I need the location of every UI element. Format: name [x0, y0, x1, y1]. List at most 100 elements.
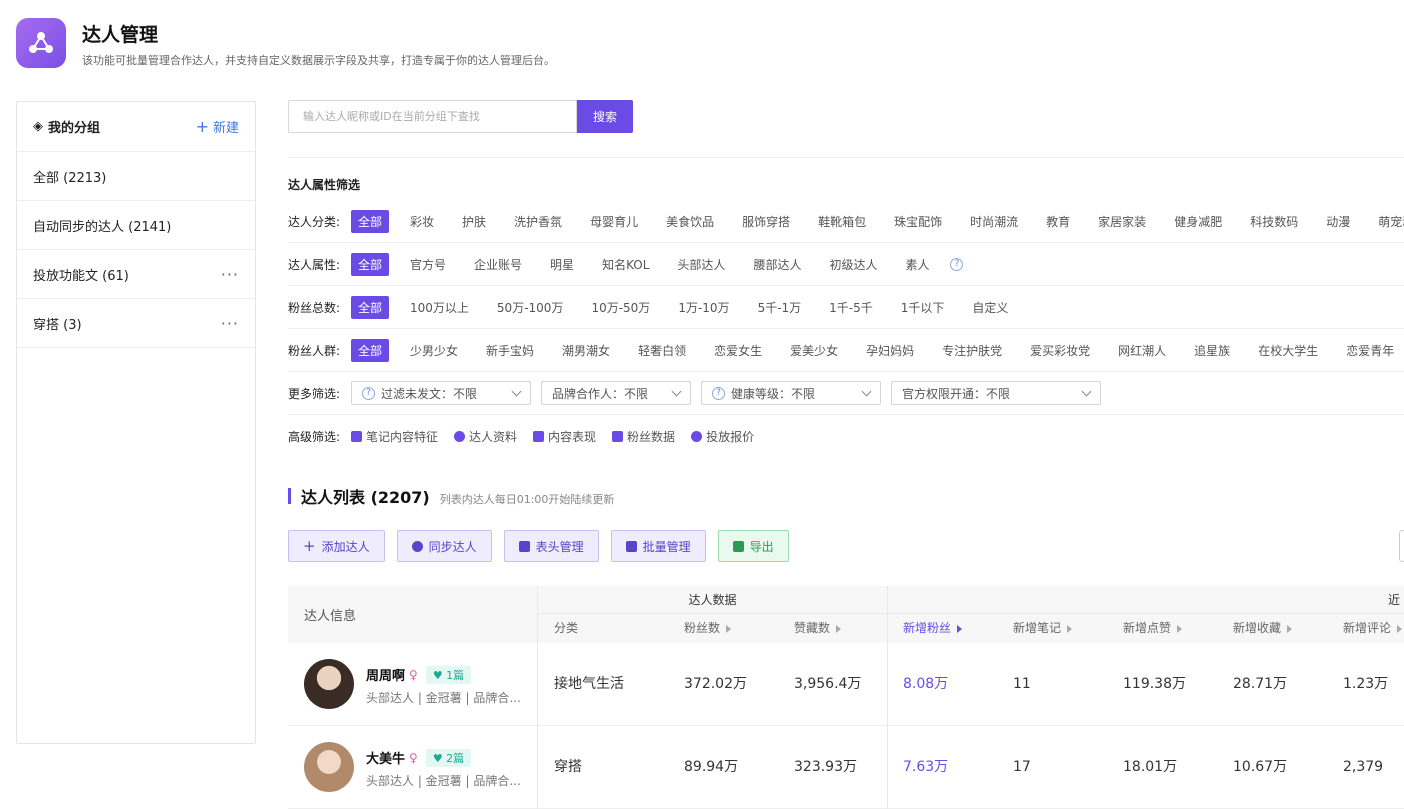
filter-option[interactable]: 1千以下 — [894, 296, 952, 319]
filter-option[interactable]: 服饰穿搭 — [735, 210, 797, 233]
filter-option[interactable]: 1万-10万 — [671, 296, 736, 319]
creator-name[interactable]: 周周啊 ♀ ♥ 1篇 — [366, 665, 472, 684]
filter-option[interactable]: 恋爱女生 — [707, 339, 769, 362]
new-group-button[interactable]: + 新建 — [196, 117, 239, 136]
filter-option[interactable]: 网红潮人 — [1111, 339, 1173, 362]
filter-option[interactable]: 母婴育儿 — [583, 210, 645, 233]
filter-option[interactable]: 轻奢白领 — [631, 339, 693, 362]
table-row[interactable]: 周周啊 ♀ ♥ 1篇 头部达人 | 金冠薯 | 品牌合... 接地气生活 372.0… — [288, 643, 1404, 726]
filter-option[interactable]: 少男少女 — [403, 339, 465, 362]
filter-option[interactable]: 动漫 — [1319, 210, 1357, 233]
filter-option[interactable]: 爱美少女 — [783, 339, 845, 362]
col-new-favs[interactable]: 新增收藏 — [1233, 614, 1293, 643]
filter-option[interactable]: 爱买彩妆党 — [1023, 339, 1097, 362]
filter-option[interactable]: 10万-50万 — [584, 296, 657, 319]
filter-option[interactable]: 5千-1万 — [751, 296, 809, 319]
health-level-select[interactable]: ? 健康等级：不限 — [701, 381, 881, 405]
filter-title: 达人属性筛选 — [288, 178, 361, 192]
header-management-button[interactable]: 表头管理 — [503, 530, 599, 562]
filter-option[interactable]: 官方号 — [403, 253, 453, 276]
help-icon[interactable]: ? — [950, 257, 964, 271]
filter-option[interactable]: 100万以上 — [403, 296, 476, 319]
list-header: 达人列表 (2207) 列表内达人每日01:00开始陆续更新 — [288, 484, 614, 508]
official-permission-select[interactable]: 官方权限开通：不限 — [891, 381, 1101, 405]
filter-option[interactable]: 全部 — [351, 209, 390, 233]
avatar[interactable] — [304, 659, 354, 709]
filter-option[interactable]: 护肤 — [455, 210, 493, 233]
more-icon[interactable]: ··· — [221, 314, 239, 333]
note-content-filter[interactable]: 笔记内容特征 — [351, 428, 438, 445]
title-accent-bar — [288, 488, 291, 504]
hierarchy-icon — [625, 540, 637, 552]
sync-creator-button[interactable]: 同步达人 — [396, 530, 492, 562]
table-row[interactable]: 大美牛 ♀ ♥ 2篇 头部达人 | 金冠薯 | 品牌合... 穿搭 89.94万 3… — [288, 726, 1404, 809]
filter-option[interactable]: 教育 — [1039, 210, 1077, 233]
filter-option[interactable]: 自定义 — [965, 296, 1015, 319]
filter-option[interactable]: 新手宝妈 — [479, 339, 541, 362]
filter-option[interactable]: 1千-5千 — [822, 296, 880, 319]
col-fans[interactable]: 粉丝数 — [684, 614, 732, 643]
export-button[interactable]: 导出 — [717, 530, 789, 562]
filter-option[interactable]: 知名KOL — [595, 253, 656, 276]
filter-option[interactable]: 全部 — [351, 295, 390, 319]
filter-option[interactable]: 专注护肤党 — [935, 339, 1009, 362]
filter-option[interactable]: 明星 — [543, 253, 581, 276]
filter-option[interactable]: 孕妇妈妈 — [859, 339, 921, 362]
fan-data-filter[interactable]: 粉丝数据 — [612, 428, 675, 445]
filter-label: 高级筛选: — [288, 430, 341, 444]
col-new-likes[interactable]: 新增点赞 — [1123, 614, 1183, 643]
creator-name[interactable]: 大美牛 ♀ ♥ 2篇 — [366, 748, 472, 767]
filter-option[interactable]: 初级达人 — [822, 253, 884, 276]
search-button[interactable]: 搜索 — [577, 100, 633, 133]
filter-option[interactable]: 鞋靴箱包 — [811, 210, 873, 233]
filter-option[interactable]: 恋爱青年 — [1339, 339, 1401, 362]
more-icon[interactable]: ··· — [221, 265, 239, 284]
sidebar-item-all[interactable]: 全部 (2213) — [17, 152, 255, 201]
sidebar-item-auto-sync[interactable]: 自动同步的达人 (2141) — [17, 201, 255, 250]
filter-option[interactable]: 科技数码 — [1243, 210, 1305, 233]
profile-filter[interactable]: 达人资料 — [454, 428, 517, 445]
filter-option[interactable]: 全部 — [351, 338, 390, 362]
sidebar-item-placement[interactable]: 投放功能文 (61) ··· — [17, 250, 255, 299]
filter-option[interactable]: 健身减肥 — [1167, 210, 1229, 233]
sidebar-item-outfit[interactable]: 穿搭 (3) ··· — [17, 299, 255, 348]
page-header: 达人管理 该功能可批量管理合作达人，并支持自定义数据展示字段及共享，打造专属于你… — [16, 18, 716, 70]
filter-option[interactable]: 家居家装 — [1091, 210, 1153, 233]
filter-option[interactable]: 在校大学生 — [1251, 339, 1325, 362]
user-icon — [454, 431, 466, 442]
filter-option[interactable]: 洗护香氛 — [507, 210, 569, 233]
filter-option[interactable]: 时尚潮流 — [963, 210, 1025, 233]
sidebar-title: ◈ 我的分组 — [33, 119, 101, 136]
avatar[interactable] — [304, 742, 354, 792]
search-input[interactable] — [288, 100, 577, 133]
filter-option[interactable]: 萌宠动物 — [1371, 210, 1404, 233]
filter-option[interactable]: 追星族 — [1187, 339, 1237, 362]
brand-partner-select[interactable]: 品牌合作人：不限 — [541, 381, 691, 405]
filter-row-attribute: 达人属性: 全部 官方号 企业账号 明星 知名KOL 头部达人 腰部达人 初级达人 素人? — [288, 243, 1404, 286]
filter-option[interactable]: 彩妆 — [403, 210, 441, 233]
filter-option[interactable]: 素人 — [898, 253, 936, 276]
filter-option[interactable]: 企业账号 — [467, 253, 529, 276]
note-count-badge: ♥ 2篇 — [425, 748, 472, 767]
unposted-filter-select[interactable]: ? 过滤未发文：不限 — [351, 381, 531, 405]
col-new-comments[interactable]: 新增评论 — [1343, 614, 1403, 643]
settings-button-edge[interactable] — [1399, 530, 1404, 562]
filter-option[interactable]: 腰部达人 — [746, 253, 808, 276]
filter-option[interactable]: 50万-100万 — [490, 296, 571, 319]
filter-option[interactable]: 头部达人 — [670, 253, 732, 276]
filter-option[interactable]: 珠宝配饰 — [887, 210, 949, 233]
col-likes-favs[interactable]: 赞藏数 — [794, 614, 842, 643]
filter-label: 更多筛选: — [288, 386, 341, 401]
batch-management-button[interactable]: 批量管理 — [610, 530, 706, 562]
chevron-down-icon — [671, 386, 682, 396]
filter-option[interactable]: 美食饮品 — [659, 210, 721, 233]
col-new-notes[interactable]: 新增笔记 — [1013, 614, 1073, 643]
col-new-fans[interactable]: 新增粉丝 — [903, 614, 963, 643]
content-performance-filter[interactable]: 内容表现 — [533, 428, 596, 445]
placement-quote-filter[interactable]: 投放报价 — [691, 428, 754, 445]
filter-option[interactable]: 潮男潮女 — [555, 339, 617, 362]
filter-option[interactable]: 全部 — [351, 252, 390, 276]
column-divider — [537, 586, 538, 809]
col-category[interactable]: 分类 — [554, 614, 578, 643]
add-creator-button[interactable]: + 添加达人 — [288, 530, 385, 562]
